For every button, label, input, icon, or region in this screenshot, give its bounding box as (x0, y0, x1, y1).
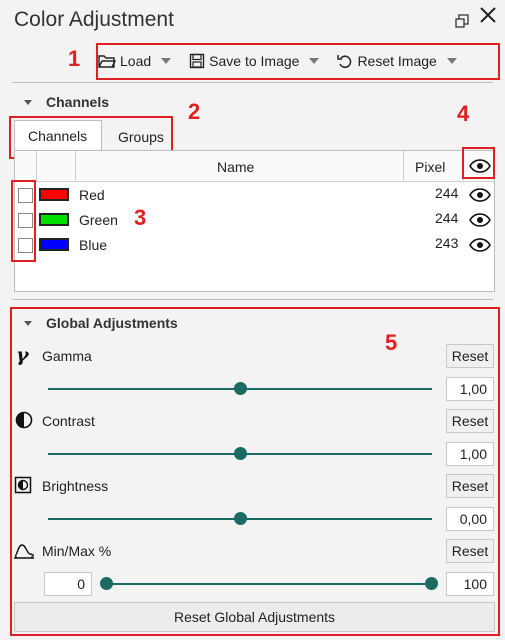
channels-table: Name Pixel Red 244 Green 244 Blue 243 (14, 150, 495, 292)
folder-icon (98, 55, 116, 68)
color-swatch (39, 213, 69, 226)
reset-image-label: Reset Image (357, 53, 437, 69)
pin-icon[interactable] (455, 12, 469, 33)
undo-icon (337, 55, 352, 68)
save-icon (189, 53, 205, 69)
window-title: Color Adjustment (14, 8, 174, 31)
minmax-label: Min/Max % (42, 543, 112, 559)
gamma-value-field[interactable]: 1,00 (446, 377, 494, 401)
table-row[interactable]: Red 244 (15, 183, 494, 207)
save-to-image-button[interactable]: Save to Image (189, 53, 329, 69)
close-icon[interactable] (478, 5, 498, 30)
annotation-number-3: 3 (134, 205, 147, 230)
minmax-reset-button[interactable]: Reset (446, 539, 494, 563)
brightness-slider-knob[interactable] (233, 512, 247, 525)
pixel-value: 244 (435, 210, 459, 226)
brightness-reset-button[interactable]: Reset (446, 474, 494, 498)
eye-icon[interactable] (469, 188, 491, 202)
annotation-number-5: 5 (385, 330, 398, 355)
row-checkbox[interactable] (18, 213, 33, 228)
toolbar-separator (12, 82, 493, 83)
channels-section-title: Channels (46, 94, 110, 110)
gamma-label: Gamma (42, 348, 92, 364)
pixel-value: 243 (435, 235, 459, 251)
load-dropdown-icon[interactable] (161, 58, 172, 64)
section-separator (12, 299, 493, 300)
collapse-icon (24, 320, 32, 326)
color-swatch (39, 188, 69, 201)
tab-channels-label: Channels (28, 128, 88, 144)
tab-channels[interactable]: Channels (14, 120, 102, 151)
reset-dropdown-icon[interactable] (446, 58, 457, 64)
column-pixel[interactable]: Pixel (415, 159, 445, 175)
channel-name: Red (79, 187, 105, 203)
contrast-value-field[interactable]: 1,00 (446, 442, 494, 466)
gamma-reset-button[interactable]: Reset (446, 344, 494, 368)
global-section-header[interactable]: Global Adjustments (24, 315, 178, 331)
contrast-label: Contrast (42, 413, 95, 429)
max-value-field[interactable]: 100 (446, 572, 494, 596)
histogram-icon (14, 544, 35, 559)
brightness-icon (14, 476, 32, 494)
toolbar: Load Save to Image Reset Image (98, 44, 498, 78)
table-row[interactable]: Green 244 (15, 208, 494, 232)
reset-image-button[interactable]: Reset Image (337, 53, 466, 69)
column-name[interactable]: Name (217, 159, 254, 175)
collapse-icon (24, 99, 32, 105)
row-checkbox[interactable] (18, 188, 33, 203)
channel-name: Blue (79, 237, 108, 253)
tab-groups[interactable]: Groups (104, 122, 170, 150)
eye-icon[interactable] (469, 238, 491, 252)
pixel-value: 244 (435, 185, 459, 201)
contrast-slider-knob[interactable] (233, 447, 247, 460)
contrast-reset-button[interactable]: Reset (446, 409, 494, 433)
tab-groups-label: Groups (118, 129, 164, 145)
global-section-title: Global Adjustments (46, 315, 178, 331)
gamma-slider-knob[interactable] (233, 382, 247, 395)
reset-global-adjustments-button[interactable]: Reset Global Adjustments (14, 602, 495, 632)
color-swatch (39, 238, 69, 251)
min-value-field[interactable]: 0 (44, 572, 92, 596)
brightness-value-field[interactable]: 0,00 (446, 507, 494, 531)
load-button[interactable]: Load (98, 53, 181, 69)
eye-icon[interactable] (469, 213, 491, 227)
load-label: Load (120, 53, 152, 69)
table-header: Name Pixel (15, 151, 494, 182)
save-label: Save to Image (209, 53, 300, 69)
eye-icon[interactable] (469, 159, 491, 173)
row-checkbox[interactable] (18, 238, 33, 253)
table-row[interactable]: Blue 243 (15, 233, 494, 257)
annotation-number-1: 1 (68, 46, 81, 71)
save-dropdown-icon[interactable] (309, 58, 320, 64)
channels-section-header[interactable]: Channels (24, 94, 109, 110)
annotation-number-2: 2 (188, 99, 201, 124)
annotation-number-4: 4 (457, 101, 470, 126)
min-slider-knob[interactable] (100, 577, 113, 590)
gamma-icon: γ (16, 344, 29, 366)
minmax-slider-track[interactable] (106, 583, 432, 585)
channel-name: Green (79, 212, 118, 228)
contrast-icon (15, 411, 33, 429)
max-slider-knob[interactable] (425, 577, 438, 590)
brightness-label: Brightness (42, 478, 109, 494)
